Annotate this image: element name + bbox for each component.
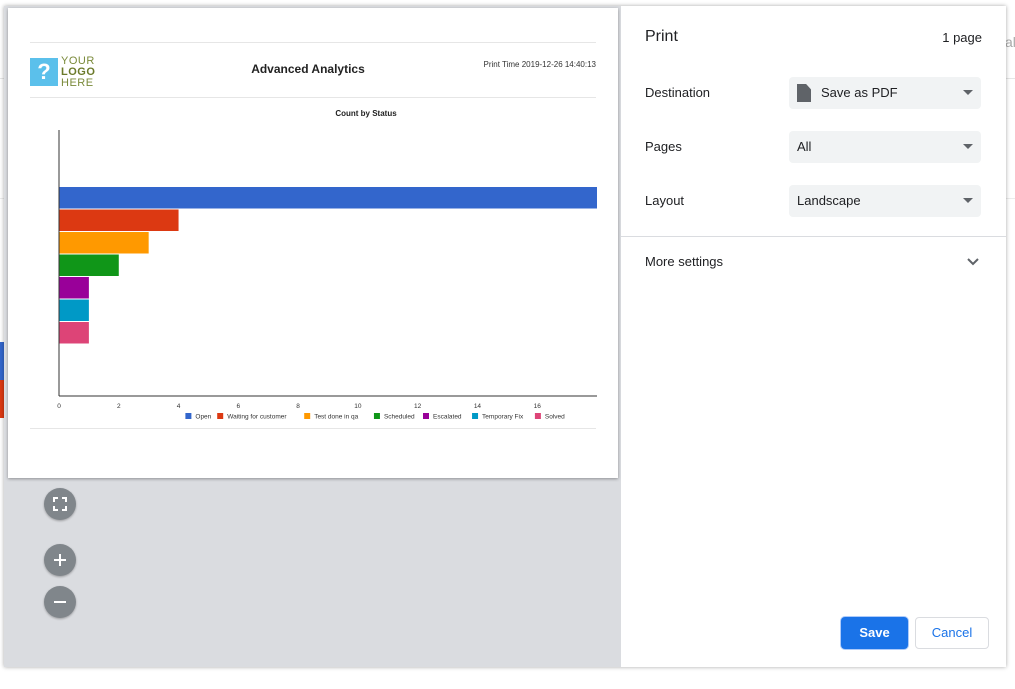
x-tick-label: 14 bbox=[474, 403, 482, 410]
dropdown-arrow-icon bbox=[963, 90, 973, 95]
x-tick-label: 6 bbox=[237, 403, 241, 410]
chevron-down-icon bbox=[967, 258, 979, 266]
preview-page: ? YOUR LOGO HERE Advanced Analytics Prin… bbox=[8, 8, 618, 478]
x-tick-label: 10 bbox=[354, 403, 362, 410]
legend-label: Temporary Fix bbox=[482, 414, 524, 421]
print-preview-area[interactable]: ? YOUR LOGO HERE Advanced Analytics Prin… bbox=[4, 6, 621, 667]
zoom-out-button[interactable] bbox=[44, 586, 76, 618]
zoom-out-icon bbox=[54, 601, 66, 603]
pages-value: All bbox=[797, 139, 812, 154]
count-by-status-chart: Count by Status 0 2 4 6 8 10 12 14 16 Open Waitin… bbox=[57, 109, 597, 421]
fit-to-page-button[interactable] bbox=[44, 488, 76, 520]
x-tick-label: 0 bbox=[57, 403, 61, 410]
legend-swatch bbox=[185, 413, 192, 419]
layout-value: Landscape bbox=[797, 193, 861, 208]
page-header-rule bbox=[30, 97, 596, 98]
layout-select[interactable]: Landscape bbox=[789, 185, 981, 217]
legend-label: Test done in qa bbox=[314, 414, 358, 421]
x-tick-label: 8 bbox=[296, 403, 300, 410]
destination-value: Save as PDF bbox=[821, 85, 898, 100]
print-settings-panel: Print 1 page Destination Save as PDF Pag… bbox=[621, 6, 1006, 667]
dropdown-arrow-icon bbox=[963, 144, 973, 149]
chart-title: Count by Status bbox=[335, 109, 397, 118]
zoom-in-icon bbox=[54, 554, 66, 566]
print-time: Print Time 2019-12-26 14:40:13 bbox=[483, 60, 596, 69]
legend-label: Open bbox=[195, 414, 211, 421]
x-tick-label: 4 bbox=[177, 403, 181, 410]
legend-swatch bbox=[534, 413, 541, 419]
logo-line-3: HERE bbox=[61, 77, 94, 89]
bar-solved bbox=[59, 322, 89, 344]
fit-to-page-icon bbox=[53, 497, 67, 511]
document-icon bbox=[797, 84, 811, 102]
bar-open bbox=[59, 187, 597, 209]
bar-temporary-fix bbox=[59, 299, 89, 321]
page-count: 1 page bbox=[942, 30, 982, 45]
background-edge-text: al bbox=[1005, 34, 1015, 50]
legend-label: Waiting for customer bbox=[227, 414, 287, 421]
report-title: Advanced Analytics bbox=[251, 62, 365, 76]
save-button[interactable]: Save bbox=[841, 617, 908, 649]
dropdown-arrow-icon bbox=[963, 198, 973, 203]
page-header-rule bbox=[30, 42, 596, 43]
legend-swatch bbox=[472, 413, 479, 419]
x-tick-label: 2 bbox=[117, 403, 121, 410]
legend-swatch bbox=[217, 413, 224, 419]
bar-scheduled bbox=[59, 254, 119, 276]
legend-label: Escalated bbox=[433, 414, 462, 421]
print-dialog: ? YOUR LOGO HERE Advanced Analytics Prin… bbox=[4, 6, 1006, 667]
x-tick-label: 16 bbox=[534, 403, 542, 410]
legend-label: Scheduled bbox=[384, 414, 415, 421]
logo-text: YOUR LOGO HERE bbox=[61, 56, 101, 89]
pages-select[interactable]: All bbox=[789, 131, 981, 163]
cancel-button[interactable]: Cancel bbox=[915, 617, 989, 649]
destination-select[interactable]: Save as PDF bbox=[789, 77, 981, 109]
legend-swatch bbox=[423, 413, 429, 419]
pages-label: Pages bbox=[645, 139, 682, 154]
logo-question-icon: ? bbox=[30, 58, 58, 86]
bar-test-done-in-qa bbox=[59, 232, 149, 254]
zoom-in-button[interactable] bbox=[44, 544, 76, 576]
more-settings-toggle[interactable]: More settings bbox=[621, 244, 1006, 280]
legend-label: Solved bbox=[545, 414, 565, 421]
destination-label: Destination bbox=[645, 85, 711, 100]
bar-escalated bbox=[59, 277, 89, 299]
legend-swatch bbox=[304, 413, 311, 419]
x-tick-label: 12 bbox=[414, 403, 422, 410]
legend-swatch bbox=[373, 413, 380, 419]
print-title: Print bbox=[645, 28, 678, 45]
layout-label: Layout bbox=[645, 193, 685, 208]
settings-divider bbox=[621, 236, 1006, 237]
more-settings-label: More settings bbox=[645, 254, 724, 269]
company-logo: ? YOUR LOGO HERE bbox=[30, 56, 100, 92]
page-footer-rule bbox=[30, 428, 596, 429]
bar-waiting-for-customer bbox=[59, 209, 179, 231]
